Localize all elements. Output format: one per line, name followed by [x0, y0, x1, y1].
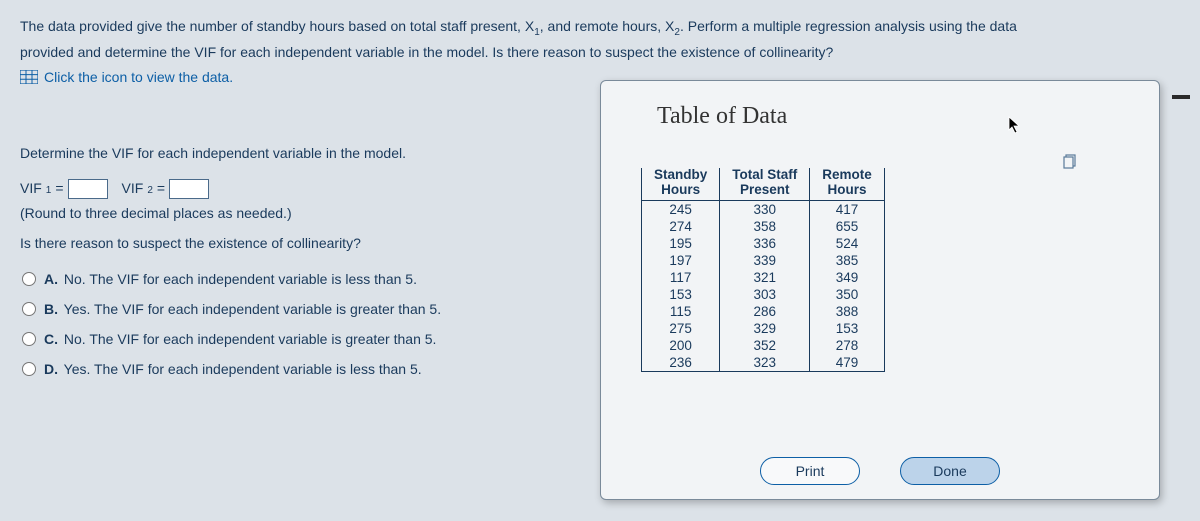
table-row: 245330417 — [642, 200, 885, 218]
table-cell: 278 — [810, 337, 885, 354]
vif2-input[interactable] — [169, 179, 209, 199]
table-cell: 115 — [642, 303, 720, 320]
table-cell: 321 — [720, 269, 810, 286]
grid-icon — [20, 70, 38, 84]
equals-2: = — [157, 180, 165, 196]
table-cell: 197 — [642, 252, 720, 269]
view-data-label: Click the icon to view the data. — [44, 69, 233, 85]
table-row: 195336524 — [642, 235, 885, 252]
radio-c[interactable] — [22, 332, 36, 346]
table-row: 197339385 — [642, 252, 885, 269]
done-button[interactable]: Done — [900, 457, 1000, 485]
table-row: 275329153 — [642, 320, 885, 337]
table-cell: 336 — [720, 235, 810, 252]
problem-line2: provided and determine the VIF for each … — [20, 42, 1180, 63]
table-cell: 330 — [720, 200, 810, 218]
option-text: Yes. The VIF for each independent variab… — [64, 361, 422, 377]
vif2-label: VIF — [122, 180, 144, 196]
option-letter: C. — [44, 331, 58, 347]
radio-d[interactable] — [22, 362, 36, 376]
table-cell: 385 — [810, 252, 885, 269]
problem-text-c: . Perform a multiple regression analysis… — [680, 18, 1017, 34]
radio-a[interactable] — [22, 272, 36, 286]
table-cell: 350 — [810, 286, 885, 303]
data-table: StandbyHours Total StaffPresent RemoteHo… — [641, 168, 885, 372]
data-modal: Table of Data StandbyHours Total StaffPr… — [600, 80, 1160, 500]
table-cell: 329 — [720, 320, 810, 337]
table-cell: 195 — [642, 235, 720, 252]
table-cell: 153 — [810, 320, 885, 337]
table-row: 236323479 — [642, 354, 885, 372]
copy-icon[interactable] — [1063, 154, 1079, 170]
th-staff: Total StaffPresent — [720, 168, 810, 200]
table-cell: 352 — [720, 337, 810, 354]
table-row: 153303350 — [642, 286, 885, 303]
table-cell: 388 — [810, 303, 885, 320]
option-text: No. The VIF for each independent variabl… — [64, 331, 437, 347]
table-cell: 479 — [810, 354, 885, 372]
vif1-sub: 1 — [46, 185, 52, 196]
option-letter: D. — [44, 361, 58, 377]
table-cell: 417 — [810, 200, 885, 218]
table-row: 200352278 — [642, 337, 885, 354]
option-text: No. The VIF for each independent variabl… — [64, 271, 417, 287]
vif2-sub: 2 — [147, 185, 153, 196]
table-cell: 655 — [810, 218, 885, 235]
table-cell: 245 — [642, 200, 720, 218]
table-cell: 286 — [720, 303, 810, 320]
table-cell: 358 — [720, 218, 810, 235]
table-row: 117321349 — [642, 269, 885, 286]
table-cell: 524 — [810, 235, 885, 252]
table-cell: 323 — [720, 354, 810, 372]
table-row: 274358655 — [642, 218, 885, 235]
radio-b[interactable] — [22, 302, 36, 316]
table-cell: 117 — [642, 269, 720, 286]
table-cell: 275 — [642, 320, 720, 337]
vif1-label: VIF — [20, 180, 42, 196]
table-cell: 200 — [642, 337, 720, 354]
print-button[interactable]: Print — [760, 457, 860, 485]
minimize-icon[interactable] — [1172, 95, 1190, 99]
table-cell: 153 — [642, 286, 720, 303]
option-letter: A. — [44, 271, 58, 287]
table-cell: 274 — [642, 218, 720, 235]
option-text: Yes. The VIF for each independent variab… — [64, 301, 441, 317]
problem-line1: The data provided give the number of sta… — [20, 16, 1180, 40]
table-row: 115286388 — [642, 303, 885, 320]
th-remote: RemoteHours — [810, 168, 885, 200]
table-cell: 339 — [720, 252, 810, 269]
equals-1: = — [55, 180, 63, 196]
table-cell: 303 — [720, 286, 810, 303]
table-cell: 236 — [642, 354, 720, 372]
table-cell: 349 — [810, 269, 885, 286]
vif1-group: VIF 1 = — [20, 179, 108, 199]
problem-text-a: The data provided give the number of sta… — [20, 18, 534, 34]
vif1-input[interactable] — [68, 179, 108, 199]
th-standby: StandbyHours — [642, 168, 720, 200]
vif2-group: VIF2 = — [122, 179, 210, 199]
modal-title: Table of Data — [601, 81, 1159, 144]
option-letter: B. — [44, 301, 58, 317]
problem-text-b: , and remote hours, X — [540, 18, 675, 34]
